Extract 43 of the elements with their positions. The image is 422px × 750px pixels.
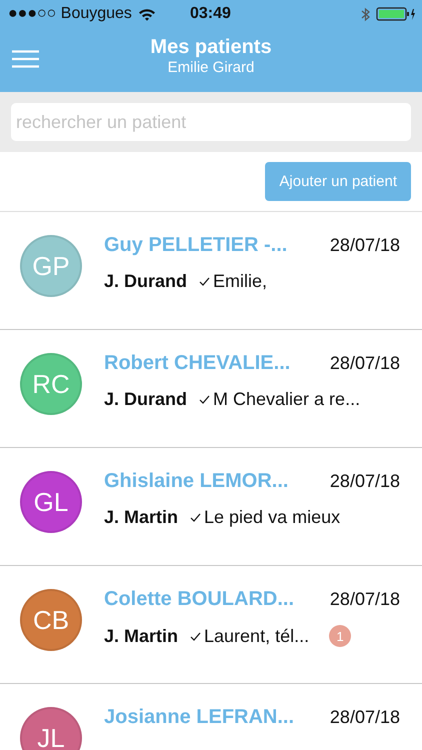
battery-icon (376, 7, 416, 21)
screen-title: Mes patients (150, 36, 272, 59)
date-text: 28/07/18 (330, 589, 400, 610)
doctor-name: J. Durand (104, 271, 188, 292)
doctor-name: J. Martin (104, 626, 178, 646)
avatar: RC (20, 353, 82, 415)
date-text: 28/07/18 (330, 471, 400, 492)
patient-row[interactable]: JL Josianne LEFRAN... 28/07/18 (0, 684, 422, 750)
menu-icon (12, 50, 39, 68)
patient-row[interactable]: GP Guy PELLETIER -... 28/07/18 J. Durand Emilie, (0, 212, 422, 330)
patient-row[interactable]: CB Colette BOULARD... 28/07/18 J. Martin Laurent, tél... 1 (0, 566, 422, 684)
carrier-text: ●●●○○ Bouygues (8, 5, 132, 23)
doctor-name: J. Martin (104, 507, 178, 528)
menu-button[interactable] (10, 48, 41, 70)
patient-row[interactable]: RC Robert CHEVALIE... 28/07/18 J. Durand M Chevalier a re... (0, 330, 422, 448)
wifi-icon (138, 8, 156, 20)
patient-name: Guy PELLETIER -... (104, 234, 288, 257)
patient-name: Josianne LEFRAN... (104, 706, 294, 729)
check-icon (190, 513, 202, 522)
date-text: 28/07/18 (330, 235, 400, 256)
clock-text: 03:49 (190, 5, 231, 23)
avatar: CB (20, 589, 82, 651)
avatar: GP (20, 235, 82, 297)
bluetooth-icon (361, 6, 370, 22)
check-icon (199, 395, 210, 404)
date-text: 28/07/18 (330, 353, 400, 374)
date-text: 28/07/18 (330, 707, 400, 728)
patient-name: Robert CHEVALIE... (104, 352, 290, 375)
avatar: JL (20, 707, 82, 750)
patient-name: Colette BOULARD... (104, 588, 294, 611)
patient-name: Ghislaine LEMOR... (104, 470, 288, 493)
message-preview: M Chevalier a re... (213, 389, 360, 410)
check-icon (190, 632, 202, 640)
screen-subtitle: Emilie Girard (168, 59, 254, 76)
unread-badge: 1 (329, 625, 352, 647)
patient-row[interactable]: GL Ghislaine LEMOR... 28/07/18 J. Martin Le pied va mieux (0, 448, 422, 566)
message-preview: Laurent, tél... (204, 626, 310, 646)
message-preview: Emilie, (213, 271, 268, 292)
check-icon (199, 277, 210, 286)
avatar: GL (20, 471, 82, 533)
message-preview: Le pied va mieux (204, 507, 340, 528)
search-field[interactable]: rechercher un patient (11, 103, 411, 141)
doctor-name: J. Durand (104, 389, 188, 410)
